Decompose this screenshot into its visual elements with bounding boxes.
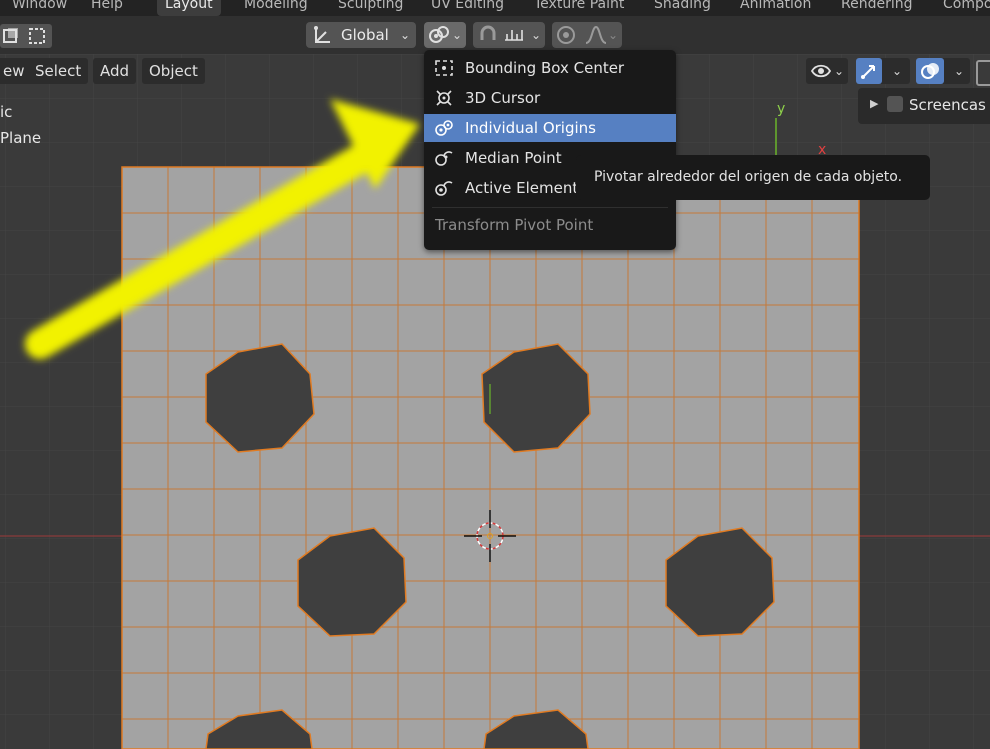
active-element-icon: [435, 181, 453, 196]
chevron-down-icon: ⌄: [834, 64, 845, 78]
tab-texture-paint[interactable]: Texture Paint: [534, 0, 624, 16]
menu-item-label: Active Element: [465, 179, 579, 197]
proportional-edit-group[interactable]: ⌄: [552, 22, 622, 48]
menu-add[interactable]: Add: [93, 58, 137, 84]
tab-shading[interactable]: Shading: [654, 0, 711, 16]
menu-object[interactable]: Object: [142, 58, 205, 84]
menu-footer-title: Transform Pivot Point: [435, 216, 594, 234]
menu-item-3d-cursor[interactable]: 3D Cursor: [424, 84, 676, 112]
chevron-down-icon: ⌄: [892, 64, 903, 78]
menu-item-label: Individual Origins: [465, 119, 596, 137]
viewport-mode-text: ic: [0, 103, 13, 121]
snap-magnet-icon: [480, 25, 496, 40]
pivot-point-dropdown[interactable]: ⌄: [424, 22, 466, 48]
xray-toggle[interactable]: [976, 60, 990, 86]
mode-toggle-group[interactable]: [0, 24, 52, 48]
snap-group[interactable]: ⌄: [473, 22, 545, 48]
transform-orientation-icon: [314, 26, 330, 43]
menu-item-bounding-box-center[interactable]: Bounding Box Center: [424, 54, 676, 82]
tooltip-text: Pivotar alrededor del origen de cada obj…: [594, 169, 903, 185]
menu-select[interactable]: Select: [28, 58, 89, 84]
individual-origins-icon: [435, 120, 453, 136]
menu-help[interactable]: Help: [91, 0, 123, 16]
overlays-dropdown[interactable]: ⌄: [916, 58, 970, 84]
tab-rendering[interactable]: Rendering: [841, 0, 913, 16]
active-object-name: Plane: [0, 129, 42, 147]
chevron-down-icon: ⌄: [400, 28, 411, 42]
gizmo-icon: [861, 65, 875, 79]
tab-modeling[interactable]: Modeling: [244, 0, 308, 16]
bounding-box-center-icon: [435, 60, 453, 76]
falloff-curve-icon: [585, 25, 607, 44]
visibility-dropdown[interactable]: ⌄: [806, 58, 848, 84]
select-mode-icon: [3, 28, 45, 44]
pivot-individual-origins-icon: [429, 26, 449, 43]
menu-divider: [432, 207, 668, 208]
tab-uv-editing[interactable]: UV Editing: [431, 0, 504, 16]
gizmo-toggle[interactable]: [856, 58, 882, 84]
panel-title: Screencas: [909, 96, 986, 114]
menu-item-label: 3D Cursor: [465, 89, 541, 107]
snap-increment-icon: [505, 30, 523, 41]
median-point-icon: [435, 151, 453, 166]
gizmo-dropdown[interactable]: ⌄: [856, 58, 910, 84]
expand-arrow-icon[interactable]: ▶: [870, 97, 878, 110]
eye-icon: [810, 64, 832, 78]
menu-item-individual-origins[interactable]: Individual Origins: [424, 114, 676, 142]
menu-item-label: Median Point: [465, 149, 562, 167]
transform-orientation-dropdown[interactable]: Global ⌄: [306, 22, 416, 48]
axis-y-label: y: [777, 101, 786, 117]
tab-animation[interactable]: Animation: [740, 0, 811, 16]
chevron-down-icon: ⌄: [531, 28, 542, 42]
tooltip: Pivotar alrededor del origen de cada obj…: [576, 155, 930, 200]
chevron-down-icon: ⌄: [954, 64, 965, 78]
menu-view[interactable]: ew: [0, 58, 32, 84]
tab-layout[interactable]: Layout: [157, 0, 221, 16]
proportional-edit-icon: [557, 26, 575, 44]
menu-item-label: Bounding Box Center: [465, 59, 625, 77]
overlays-icon: [921, 63, 939, 79]
chevron-down-icon: ⌄: [452, 28, 463, 42]
overlays-toggle[interactable]: [916, 58, 944, 84]
sidebar-panel-header[interactable]: ▶ Screencas: [858, 88, 990, 124]
mesh-plane: [121, 166, 860, 749]
pivot-point-menu: Bounding Box Center 3D Cursor Individual…: [424, 50, 676, 250]
panel-checkbox[interactable]: [887, 96, 903, 112]
tab-sculpting[interactable]: Sculpting: [338, 0, 403, 16]
chevron-down-icon: ⌄: [608, 28, 619, 42]
tab-compositing[interactable]: Compo: [943, 0, 990, 16]
3d-cursor-icon: [436, 90, 452, 106]
workspace-bar: Window Help Layout Modeling Sculpting UV…: [0, 0, 990, 16]
orientation-label: Global: [341, 26, 389, 44]
menu-window[interactable]: Window: [12, 0, 67, 16]
